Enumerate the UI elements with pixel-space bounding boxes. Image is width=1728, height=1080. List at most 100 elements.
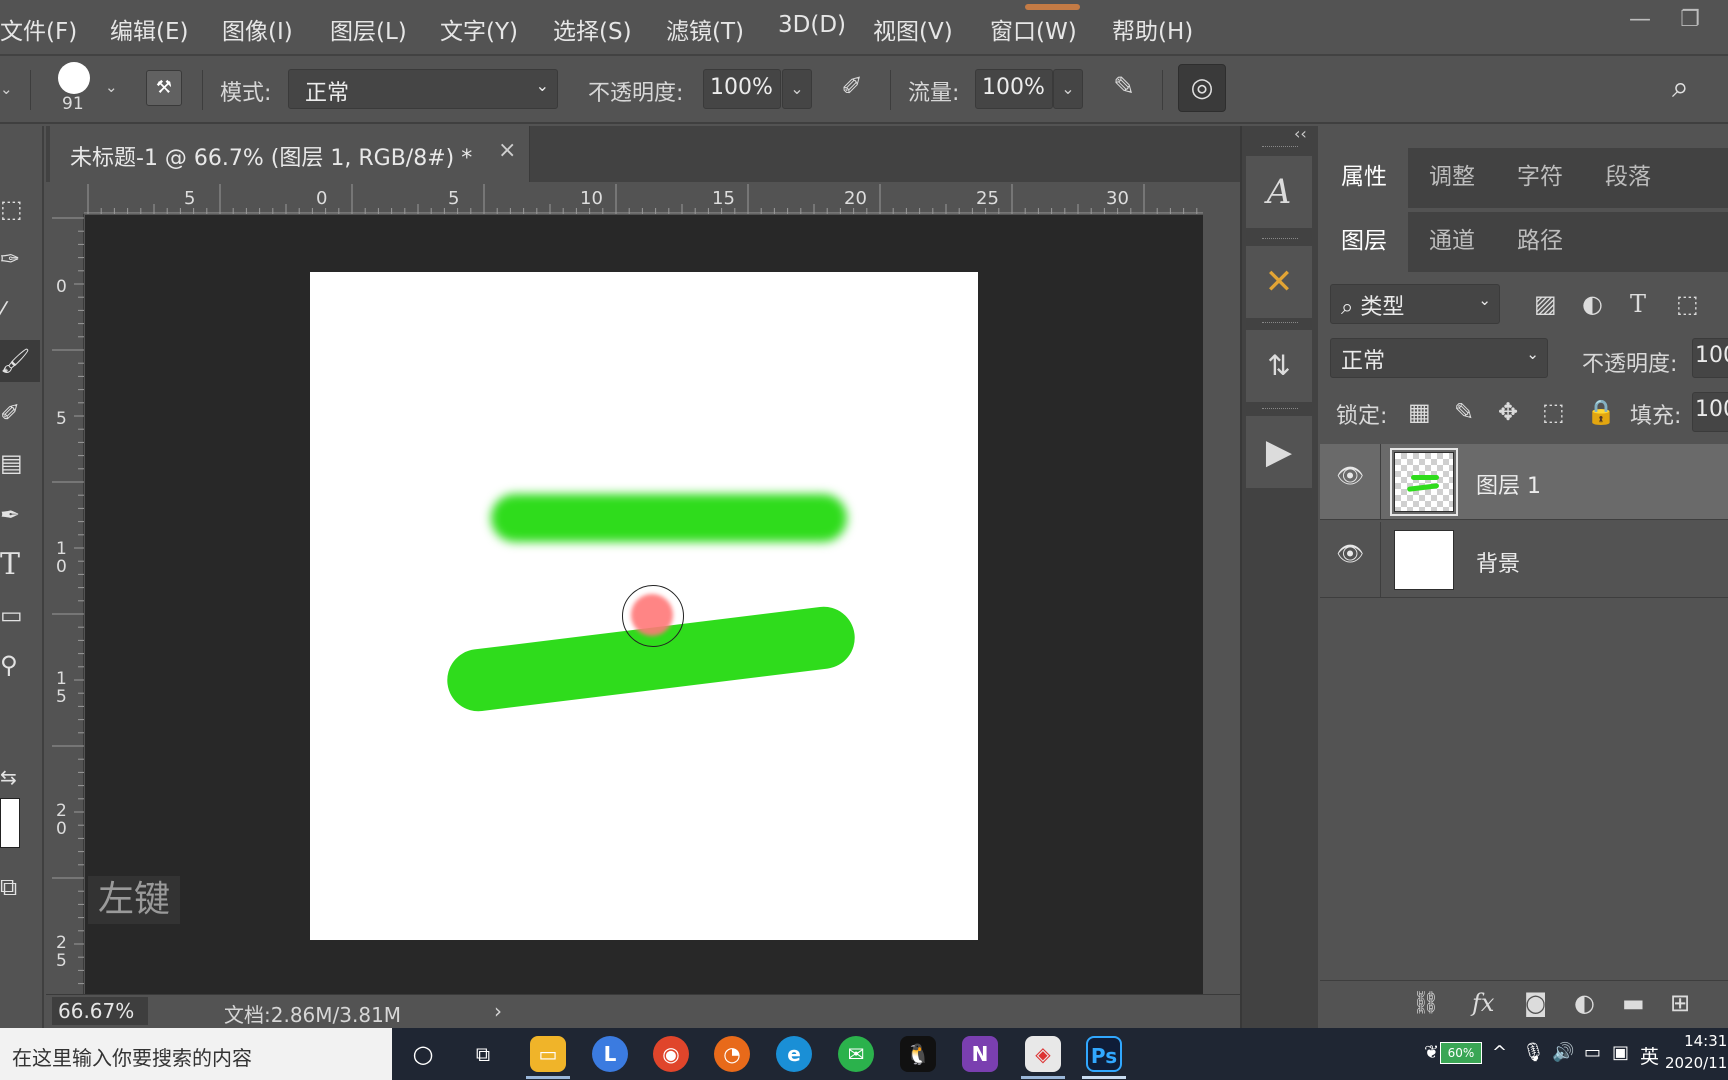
layer-opacity-input[interactable]: 100 [1692, 338, 1728, 378]
tab-channels[interactable]: 通道 [1408, 212, 1496, 272]
layer-filter-select[interactable]: ⌕ 类型 ⌄ [1330, 284, 1500, 324]
pressure-opacity-icon[interactable]: ✐ [834, 72, 870, 108]
filter-type-icon[interactable]: T [1630, 290, 1646, 318]
flow-input[interactable]: 100% [975, 69, 1053, 109]
foreground-color-swatch[interactable] [0, 798, 20, 848]
brush-settings-icon[interactable]: ⚒ [146, 70, 182, 106]
visibility-eye-icon[interactable]: 👁 [1336, 542, 1364, 567]
history-brush-tool-icon[interactable]: ✐ [0, 392, 40, 434]
file-explorer-icon[interactable]: ▭ [530, 1036, 566, 1072]
close-icon[interactable]: × [498, 138, 516, 163]
tab-properties[interactable]: 属性 [1320, 148, 1408, 208]
filter-shape-icon[interactable]: ⬚ [1676, 290, 1699, 318]
menu-image[interactable]: 图像(I) [222, 12, 293, 46]
type-tool-icon[interactable]: T [0, 544, 40, 586]
mode-select[interactable]: 正常 ⌄ [288, 69, 558, 109]
show-hidden-icons-chevron-icon[interactable]: ^ [1492, 1042, 1507, 1063]
status-menu-arrow[interactable]: › [494, 999, 502, 1023]
menu-filter[interactable]: 滤镜(T) [666, 12, 744, 46]
minimize-button[interactable]: — [1620, 6, 1660, 34]
chrome-icon[interactable]: ◉ [653, 1036, 689, 1072]
menu-edit[interactable]: 编辑(E) [110, 12, 188, 46]
search-icon[interactable]: ⌕ [1672, 70, 1689, 105]
marquee-tool-icon[interactable]: ⬚ [0, 188, 40, 230]
restore-button[interactable]: ❐ [1670, 6, 1710, 34]
ime-indicator[interactable]: 英 [1640, 1042, 1659, 1069]
wechat-icon[interactable]: ✉ [838, 1036, 874, 1072]
photoshop-icon[interactable]: Ps [1086, 1036, 1122, 1072]
tab-adjustments[interactable]: 调整 [1408, 148, 1496, 208]
tab-paragraph[interactable]: 段落 [1584, 148, 1672, 208]
ruler-origin[interactable] [52, 184, 84, 214]
tab-character[interactable]: 字符 [1496, 148, 1584, 208]
panel-grip[interactable] [1262, 408, 1298, 412]
lock-transparency-icon[interactable]: ▦ [1408, 398, 1431, 426]
system-clock[interactable]: 14:31 2020/11 [1665, 1030, 1727, 1074]
gradient-tool-icon[interactable]: ▤ [0, 442, 40, 484]
menu-view[interactable]: 视图(V) [873, 12, 953, 46]
tool-preset-chevron-icon[interactable]: ⌄ [0, 80, 13, 98]
cortana-icon[interactable]: ○ [405, 1036, 441, 1072]
zoom-level-input[interactable]: 66.67% [52, 997, 148, 1025]
opacity-input[interactable]: 100% [703, 69, 781, 109]
collapse-panels-icon[interactable]: ‹‹ [1294, 124, 1307, 143]
link-layers-icon[interactable]: ⛓ [1412, 991, 1440, 1016]
vertical-ruler[interactable]: 0 5 1 0 1 5 2 0 2 5 [52, 214, 84, 994]
firefox-icon[interactable]: ◔ [714, 1036, 750, 1072]
panel-grip[interactable] [1262, 238, 1298, 242]
shape-tool-icon[interactable]: ▭ [0, 594, 40, 636]
lock-pixels-icon[interactable]: ✎ [1454, 398, 1474, 426]
taskbar-search-input[interactable]: 在这里输入你要搜索的内容 [0, 1028, 392, 1080]
menu-file[interactable]: 文件(F) [0, 12, 77, 46]
document-tab[interactable]: 未标题-1 @ 66.7% (图层 1, RGB/8#) * × [50, 126, 530, 182]
actions-play-icon[interactable]: ▶ [1246, 416, 1312, 488]
pressure-size-icon[interactable]: ◎ [1178, 64, 1226, 112]
battery-indicator[interactable]: 60% [1440, 1042, 1482, 1064]
edge-icon[interactable]: e [776, 1036, 812, 1072]
app-l-icon[interactable]: L [592, 1036, 628, 1072]
network-icon[interactable]: ▣ [1612, 1042, 1629, 1063]
airbrush-icon[interactable]: ✎ [1104, 72, 1144, 108]
panel-grip[interactable] [1262, 322, 1298, 326]
tab-layers[interactable]: 图层 [1320, 212, 1408, 272]
fill-input[interactable]: 100 [1692, 392, 1728, 432]
history-panel-icon[interactable]: ⇅ [1246, 330, 1312, 402]
menu-type[interactable]: 文字(Y) [440, 12, 518, 46]
swap-colors-icon[interactable]: ⇆ [0, 756, 40, 798]
brush-tip-icon[interactable] [58, 62, 90, 94]
filter-pixel-icon[interactable]: ▨ [1534, 290, 1557, 318]
adjustment-layer-icon[interactable]: ◐ [1574, 989, 1595, 1017]
horizontal-ruler[interactable]: 5 0 5 10 15 20 25 30 [84, 184, 1204, 214]
menu-layer[interactable]: 图层(L) [330, 12, 407, 46]
pen-tool-icon[interactable]: ✒ [0, 494, 40, 536]
zoom-tool-icon[interactable]: ⚲ [0, 644, 40, 686]
lock-artboard-icon[interactable]: ⬚ [1542, 398, 1565, 426]
lock-all-icon[interactable]: 🔒 [1586, 398, 1616, 426]
blend-mode-select[interactable]: 正常 ⌄ [1330, 338, 1548, 378]
tool-presets-icon[interactable]: ✕ [1246, 246, 1312, 318]
panel-grip[interactable] [1262, 146, 1298, 150]
menu-window[interactable]: 窗口(W) [990, 12, 1077, 46]
filter-adjustment-icon[interactable]: ◐ [1582, 290, 1603, 318]
screen-mode-icon[interactable]: ⧉ [0, 866, 40, 908]
layer-row[interactable]: 👁 背景 [1320, 522, 1728, 598]
opacity-chevron-icon[interactable]: ⌄ [782, 69, 812, 109]
volume-icon[interactable]: 🔊 [1552, 1042, 1574, 1063]
layer-row[interactable]: 👁 图层 1 [1320, 444, 1728, 520]
menu-select[interactable]: 选择(S) [553, 12, 632, 46]
new-layer-icon[interactable]: ⊞ [1670, 989, 1690, 1017]
layer-style-fx-icon[interactable]: fx [1472, 989, 1494, 1017]
battery-tray-icon[interactable]: ▭ [1584, 1042, 1601, 1063]
new-group-folder-icon[interactable]: ▬ [1622, 989, 1645, 1017]
brush-tool-icon[interactable]: 🖌 [0, 340, 40, 382]
quick-select-tool-icon[interactable]: ✑ [0, 238, 40, 280]
eyedropper-tool-icon[interactable]: ⁄ [0, 290, 40, 332]
microphone-icon[interactable]: 🎙 [1522, 1042, 1545, 1063]
qq-icon[interactable]: 🐧 [900, 1036, 936, 1072]
brush-picker-chevron-icon[interactable]: ⌄ [105, 78, 118, 96]
task-view-icon[interactable]: ⧉ [465, 1036, 501, 1072]
power-leaf-icon[interactable]: ❦ [1424, 1042, 1439, 1063]
menu-3d[interactable]: 3D(D) [778, 12, 846, 38]
app-office-icon[interactable]: ◈ [1025, 1036, 1061, 1072]
tab-paths[interactable]: 路径 [1496, 212, 1584, 272]
